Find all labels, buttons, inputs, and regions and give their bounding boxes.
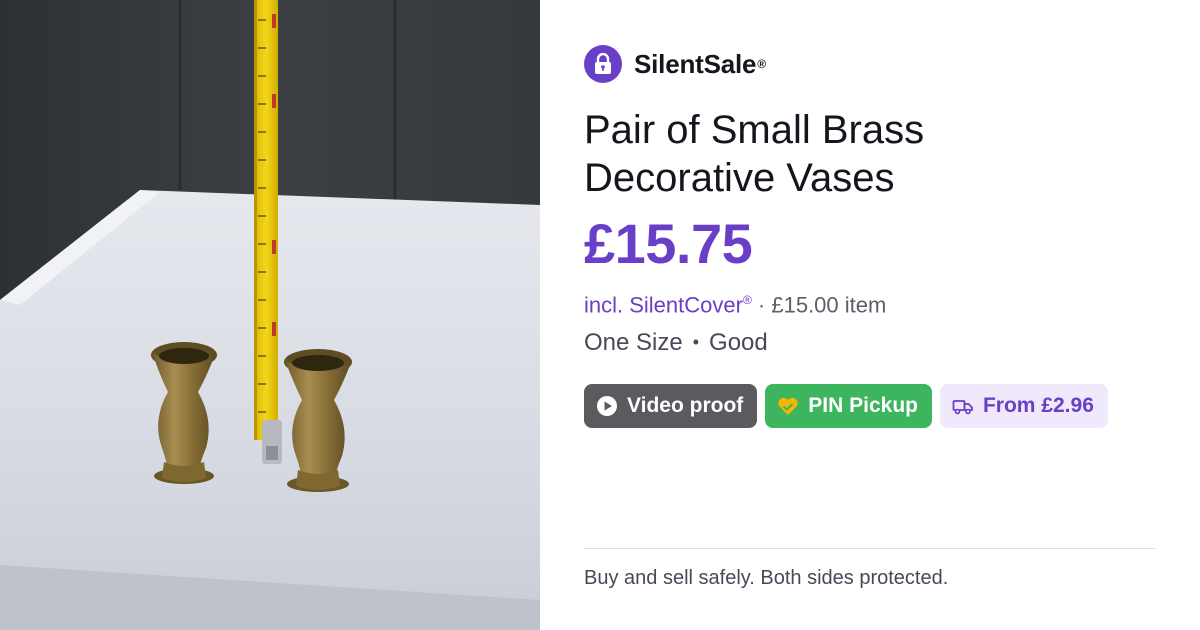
shipping-price-badge[interactable]: From £2.96 [939, 384, 1108, 429]
brand-name: SilentSale [634, 48, 757, 79]
truck-icon [952, 395, 974, 417]
item-size: One Size [584, 329, 683, 357]
shipping-price-label: From £2.96 [982, 394, 1094, 418]
listing-title: Pair of Small Brass Decorative Vases [584, 108, 925, 200]
brand-registered-mark: ® [757, 57, 767, 71]
pin-pickup-label: PIN Pickup [808, 394, 918, 418]
padlock-icon [584, 45, 622, 83]
footer-tagline: Buy and sell safely. Both sides protecte… [584, 567, 949, 589]
silentcover-registered-mark: ® [742, 293, 752, 307]
product-photo-illustration [0, 0, 540, 630]
video-proof-badge[interactable]: Video proof [584, 384, 758, 429]
play-circle-icon [596, 395, 618, 417]
cover-line: incl. SilentCover® · £15.00 item [584, 286, 1156, 319]
pin-pickup-badge[interactable]: PIN Pickup [765, 384, 932, 429]
feature-badges: Video proof PIN Pickup From £2.96 [584, 384, 1156, 429]
item-condition: Good [709, 329, 768, 357]
listing-price: £15.75 [584, 212, 753, 275]
brand-header[interactable]: SilentSale ® [584, 44, 1156, 84]
footer-divider [584, 548, 1156, 549]
listing-card: SilentSale ® Pair of Small Brass Decorati… [0, 0, 1200, 630]
item-price: · £15.00 item [757, 292, 887, 318]
silentcover-link[interactable]: incl. SilentCover [584, 292, 743, 317]
listing-info: SilentSale ® Pair of Small Brass Decorati… [540, 0, 1200, 630]
video-proof-label: Video proof [627, 394, 744, 418]
size-condition-line: One Size • Good [584, 327, 1156, 358]
handshake-heart-icon [777, 395, 799, 417]
product-photo[interactable] [0, 0, 540, 630]
meta-separator: • [692, 332, 700, 353]
